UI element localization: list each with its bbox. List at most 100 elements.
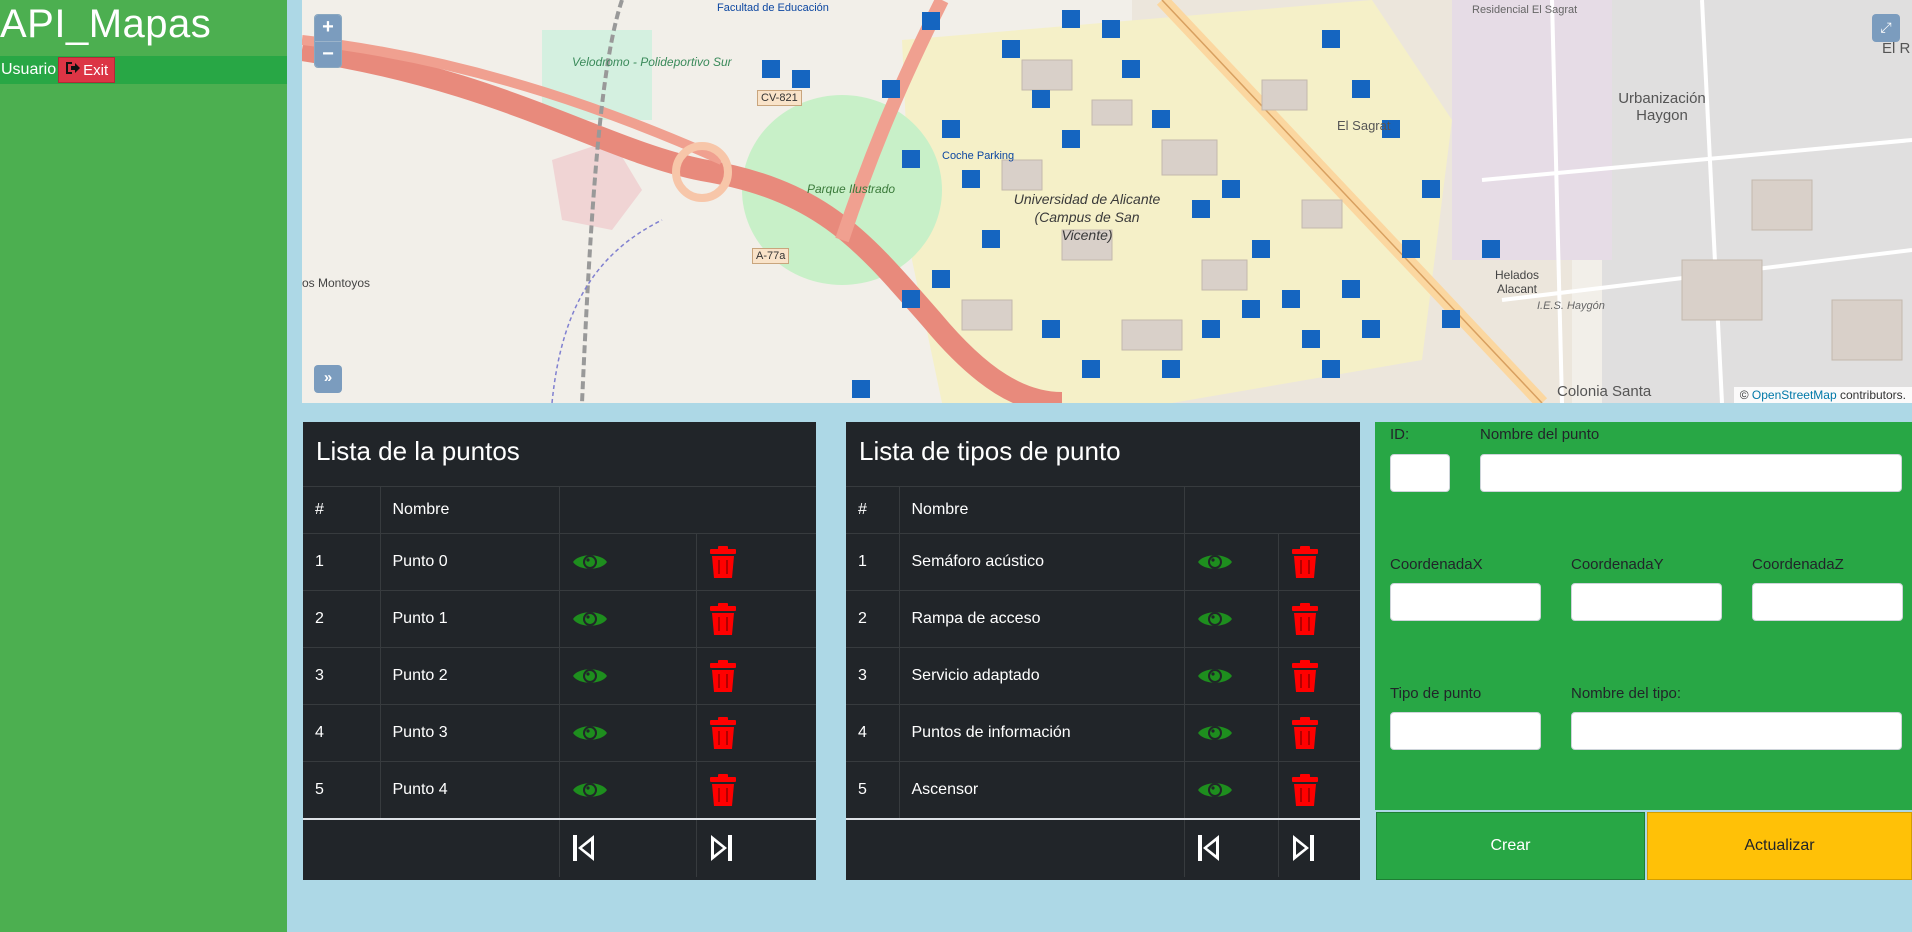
trash-icon — [1291, 602, 1349, 636]
row-number: 2 — [846, 590, 900, 648]
map-label-velodromo: Velodromo - Polideportivo Sur — [572, 55, 732, 69]
table-row: 1 Punto 0 — [303, 533, 816, 591]
coordenada-y-input[interactable] — [1571, 583, 1722, 621]
prev-page-button[interactable] — [1184, 817, 1279, 877]
view-button[interactable] — [559, 533, 697, 591]
map-label-colonia: Colonia Santa — [1557, 383, 1652, 400]
table-row: 2 Punto 1 — [303, 590, 816, 648]
exit-button[interactable]: Exit — [58, 57, 116, 83]
view-button[interactable] — [559, 704, 697, 762]
view-button[interactable] — [1184, 647, 1279, 705]
row-name: Punto 0 — [380, 533, 560, 591]
delete-button[interactable] — [696, 533, 816, 591]
header-name: Nombre — [899, 486, 1185, 534]
view-button[interactable] — [1184, 761, 1279, 819]
layers-toggle-button[interactable]: » — [314, 365, 342, 393]
footer-cell — [303, 817, 380, 877]
crear-button[interactable]: Crear — [1376, 812, 1645, 880]
table-row: 1 Semáforo acústico — [846, 533, 1360, 591]
row-number: 1 — [846, 533, 900, 591]
delete-button[interactable] — [696, 761, 816, 819]
tipos-panel: Lista de tipos de punto # Nombre 1 Semáfo… — [846, 422, 1360, 880]
eye-icon — [572, 778, 684, 802]
trash-icon — [1291, 773, 1349, 807]
trash-icon — [709, 773, 805, 807]
coordenada-z-input[interactable] — [1752, 583, 1903, 621]
delete-button[interactable] — [1278, 704, 1360, 762]
tipos-title: Lista de tipos de punto — [859, 436, 1121, 466]
skip-back-icon — [1197, 833, 1266, 863]
eye-icon — [1197, 664, 1266, 688]
delete-button[interactable] — [696, 704, 816, 762]
header-empty — [696, 486, 816, 534]
actualizar-button[interactable]: Actualizar — [1647, 812, 1912, 880]
tipos-table: # Nombre 1 Semáforo acústico 2 Rampa de acc… — [846, 486, 1360, 877]
row-name: Servicio adaptado — [899, 647, 1185, 705]
eye-icon — [572, 550, 684, 574]
delete-button[interactable] — [1278, 590, 1360, 648]
app-title: API_Mapas — [0, 2, 212, 46]
row-name: Rampa de acceso — [899, 590, 1185, 648]
next-page-button[interactable] — [1278, 817, 1360, 877]
coordenada-x-input[interactable] — [1390, 583, 1541, 621]
exit-label: Exit — [83, 61, 109, 79]
puntos-title: Lista de la puntos — [316, 436, 520, 466]
row-number: 3 — [303, 647, 381, 705]
skip-back-icon — [572, 833, 684, 863]
delete-button[interactable] — [1278, 533, 1360, 591]
tipo-punto-input[interactable] — [1390, 712, 1541, 750]
delete-button[interactable] — [1278, 647, 1360, 705]
fullscreen-icon[interactable]: ⤢ — [1872, 14, 1900, 42]
road-shield-a77a: A-77a — [752, 248, 790, 264]
delete-button[interactable] — [696, 647, 816, 705]
view-button[interactable] — [559, 647, 697, 705]
table-row: 4 Puntos de información — [846, 704, 1360, 762]
id-input[interactable] — [1390, 454, 1450, 492]
delete-button[interactable] — [1278, 761, 1360, 819]
row-number: 4 — [846, 704, 900, 762]
map-label-educacion: Facultad de Educación — [717, 2, 829, 14]
footer-cell — [899, 817, 1185, 877]
view-button[interactable] — [559, 590, 697, 648]
zoom-out-button[interactable]: − — [315, 41, 341, 67]
view-button[interactable] — [559, 761, 697, 819]
tipo-punto-label: Tipo de punto — [1390, 685, 1482, 702]
nombre-punto-label: Nombre del punto — [1480, 426, 1600, 443]
osm-link[interactable]: OpenStreetMap — [1752, 388, 1837, 402]
header-name: Nombre — [380, 486, 560, 534]
row-name: Punto 1 — [380, 590, 560, 648]
zoom-control: + − — [314, 14, 342, 68]
eye-icon — [1197, 550, 1266, 574]
delete-button[interactable] — [696, 590, 816, 648]
skip-forward-icon — [1291, 833, 1349, 863]
map-label-parque: Parque Ilustrado — [807, 182, 896, 196]
table-row: 4 Punto 3 — [303, 704, 816, 762]
row-number: 4 — [303, 704, 381, 762]
attribution-prefix: © — [1739, 388, 1749, 402]
header-empty — [559, 486, 696, 534]
table-row: 5 Ascensor — [846, 761, 1360, 819]
view-button[interactable] — [1184, 533, 1279, 591]
nombre-punto-input[interactable] — [1480, 454, 1902, 492]
coordenada-y-label: CoordenadaY — [1571, 556, 1664, 573]
coordenada-z-label: CoordenadaZ — [1752, 556, 1844, 573]
coordenada-x-label: CoordenadaX — [1390, 556, 1483, 573]
row-name: Semáforo acústico — [899, 533, 1185, 591]
table-row: 2 Rampa de acceso — [846, 590, 1360, 648]
nombre-tipo-input[interactable] — [1571, 712, 1902, 750]
header-empty — [1184, 486, 1278, 534]
skip-forward-icon — [709, 833, 805, 863]
eye-icon — [1197, 778, 1266, 802]
next-page-button[interactable] — [696, 817, 816, 877]
view-button[interactable] — [1184, 590, 1279, 648]
trash-icon — [709, 716, 805, 750]
table-row: 3 Servicio adaptado — [846, 647, 1360, 705]
prev-page-button[interactable] — [559, 817, 697, 877]
zoom-in-button[interactable]: + — [315, 15, 341, 41]
row-number: 5 — [303, 761, 381, 819]
puntos-panel: Lista de la puntos # Nombre 1 Punto 0 2 Pun… — [303, 422, 816, 880]
eye-icon — [1197, 721, 1266, 745]
map-view[interactable]: Velodromo - Polideportivo Sur Parque Ilu… — [302, 0, 1912, 403]
view-button[interactable] — [1184, 704, 1279, 762]
trash-icon — [1291, 716, 1349, 750]
